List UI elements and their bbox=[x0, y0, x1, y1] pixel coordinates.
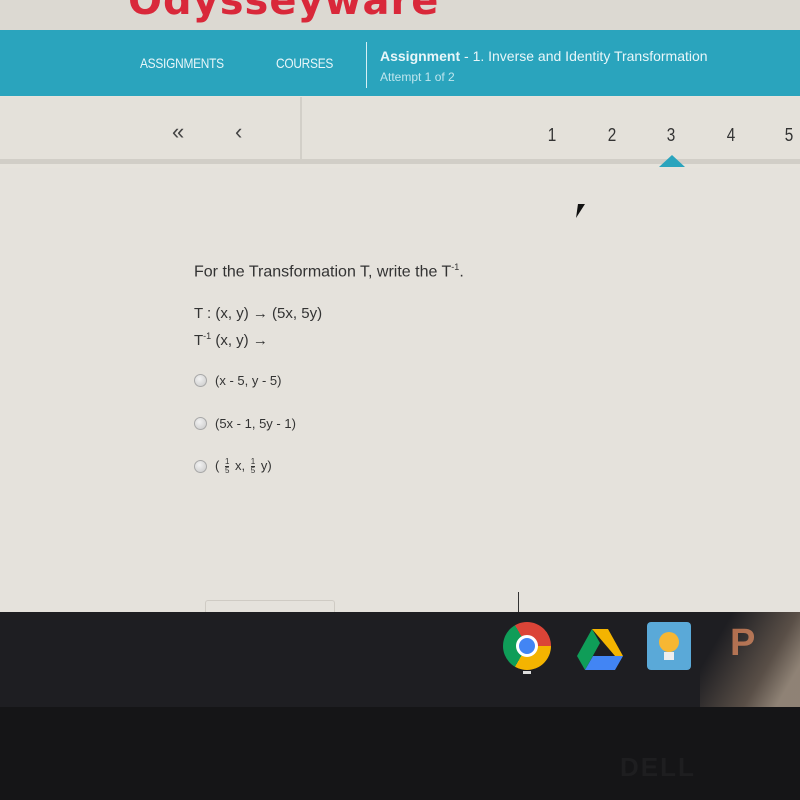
nav-assignments[interactable]: ASSIGNMENTS bbox=[140, 55, 224, 71]
brand-logo[interactable]: Odysseyware bbox=[128, 0, 439, 24]
browser-screen: Odysseyware ASSIGNMENTS COURSES Assignme… bbox=[0, 0, 800, 612]
bulb-base bbox=[664, 652, 674, 660]
radio-button[interactable] bbox=[194, 374, 207, 387]
nav-courses[interactable]: COURSES bbox=[276, 55, 333, 71]
p-icon[interactable]: P bbox=[730, 622, 760, 666]
prompt-period: . bbox=[459, 263, 464, 281]
denominator: 5 bbox=[224, 466, 230, 476]
answer-option-1[interactable]: (x - 5, y - 5) bbox=[194, 373, 281, 388]
logo-strip: Odysseyware bbox=[0, 0, 800, 32]
y-term: y) bbox=[260, 458, 272, 473]
inverse-equation: T-1 (x, y) → bbox=[194, 331, 268, 349]
answer-option-2[interactable]: (5x - 1, 5y - 1) bbox=[194, 416, 296, 431]
option-label: ( 15 x, 15 y) bbox=[215, 458, 272, 475]
nav-divider bbox=[366, 42, 367, 88]
page-1[interactable]: 1 bbox=[548, 125, 557, 146]
lightbulb-icon[interactable] bbox=[647, 622, 691, 670]
text-cursor bbox=[518, 592, 519, 614]
attempt-counter: Attempt 1 of 2 bbox=[380, 70, 455, 84]
active-app-indicator bbox=[523, 671, 531, 674]
fraction: 15 bbox=[224, 458, 230, 476]
inverse-superscript: -1 bbox=[203, 331, 212, 341]
x-term: x, bbox=[235, 458, 246, 473]
radio-button[interactable] bbox=[194, 417, 207, 430]
option-label: (x - 5, y - 5) bbox=[215, 373, 282, 388]
prompt-text: For the Transformation T, write the T bbox=[194, 263, 452, 281]
transformation-equation: T : (x, y) → (5x, 5y) bbox=[194, 305, 323, 322]
drive-icon[interactable] bbox=[577, 626, 623, 674]
bezel-brand-logo: DELL bbox=[620, 752, 696, 782]
current-page-marker bbox=[659, 155, 685, 167]
prev-page-icon[interactable]: ‹ bbox=[235, 119, 242, 145]
page-2[interactable]: 2 bbox=[608, 125, 617, 146]
inverse-rest: (x, y) → bbox=[211, 332, 268, 349]
inverse-t: T bbox=[194, 332, 204, 349]
assignment-name: - 1. Inverse and Identity Transformation bbox=[464, 48, 708, 64]
denominator: 5 bbox=[250, 466, 256, 476]
option-label: (5x - 1, 5y - 1) bbox=[215, 416, 296, 431]
question-area: For the Transformation T, write the T-1.… bbox=[0, 168, 800, 612]
page-4[interactable]: 4 bbox=[727, 125, 736, 146]
question-pager: « ‹ 1 2 3 4 5 bbox=[0, 97, 800, 167]
radio-button[interactable] bbox=[194, 460, 207, 474]
first-page-icon[interactable]: « bbox=[172, 119, 184, 145]
chrome-icon[interactable] bbox=[503, 622, 551, 670]
fraction: 15 bbox=[250, 458, 256, 476]
assignment-title: Assignment - 1. Inverse and Identity Tra… bbox=[380, 48, 708, 64]
answer-option-3[interactable]: ( 15 x, 15 y) bbox=[194, 458, 272, 475]
pager-controls: « ‹ bbox=[0, 97, 302, 159]
top-navbar: ASSIGNMENTS COURSES Assignment - 1. Inve… bbox=[0, 30, 800, 96]
paren-open: ( bbox=[215, 458, 220, 473]
page-5[interactable]: 5 bbox=[785, 125, 794, 146]
submit-button-partial[interactable] bbox=[205, 600, 335, 612]
assignment-label: Assignment bbox=[380, 48, 461, 64]
bulb bbox=[659, 632, 679, 652]
question-prompt: For the Transformation T, write the T-1. bbox=[194, 262, 464, 281]
page-3-current[interactable]: 3 bbox=[667, 125, 676, 146]
